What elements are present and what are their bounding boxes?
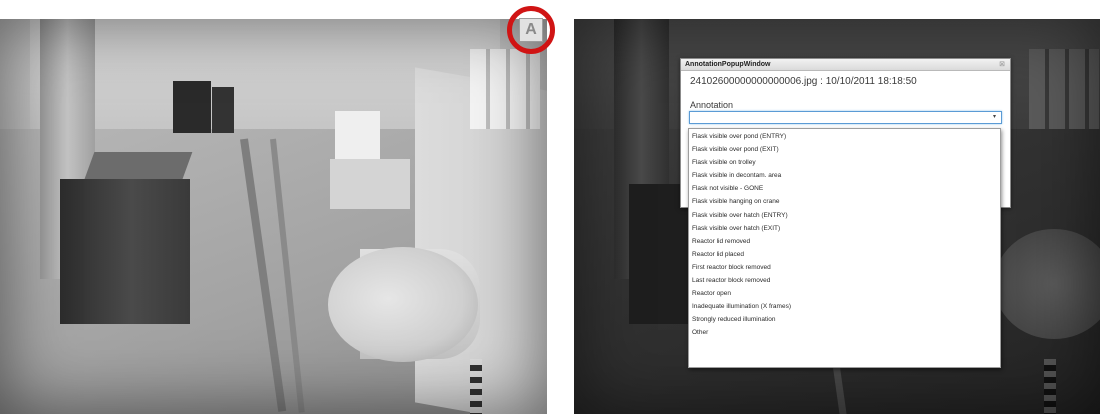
close-icon[interactable]: ⊠ bbox=[999, 59, 1005, 70]
annotation-label: Annotation bbox=[690, 100, 734, 110]
dropdown-item[interactable]: Flask visible over pond (ENTRY) bbox=[689, 130, 1000, 143]
desk bbox=[330, 159, 410, 209]
dropdown-item[interactable]: Strongly reduced illumination bbox=[689, 313, 1000, 326]
file-info: 24102600000000000006.jpg : 10/10/2011 18… bbox=[690, 76, 917, 87]
flask-opening bbox=[328, 247, 478, 362]
whiteboard bbox=[335, 111, 380, 166]
dropdown-item[interactable]: Flask visible over hatch (ENTRY) bbox=[689, 209, 1000, 222]
camera-view-left bbox=[0, 19, 547, 414]
warning-stripe bbox=[1044, 359, 1056, 414]
dropdown-item[interactable]: Flask visible hanging on crane bbox=[689, 195, 1000, 208]
dark-equipment-2 bbox=[212, 87, 234, 133]
dropdown-item[interactable]: Reactor lid removed bbox=[689, 235, 1000, 248]
dropdown-item[interactable]: Flask visible on trolley bbox=[689, 156, 1000, 169]
chevron-down-icon: ▾ bbox=[992, 114, 996, 120]
highlight-ring: A bbox=[507, 6, 555, 54]
annotation-overlay-button[interactable]: A bbox=[519, 18, 543, 42]
dropdown-item[interactable]: Flask not visible - GONE bbox=[689, 182, 1000, 195]
dropdown-item[interactable]: Reactor open bbox=[689, 287, 1000, 300]
annotation-dropdown-list: Flask visible over pond (ENTRY) Flask vi… bbox=[688, 128, 1001, 368]
dropdown-item[interactable]: Inadequate illumination (X frames) bbox=[689, 300, 1000, 313]
popup-title: AnnotationPopupWindow bbox=[685, 61, 771, 68]
dropdown-item[interactable]: First reactor block removed bbox=[689, 261, 1000, 274]
dropdown-item[interactable]: Other bbox=[689, 326, 1000, 339]
dropdown-item[interactable]: Reactor lid placed bbox=[689, 248, 1000, 261]
warning-stripe bbox=[470, 359, 482, 414]
windows bbox=[1029, 49, 1099, 129]
annotation-select[interactable]: ▾ bbox=[689, 111, 1002, 124]
popup-titlebar[interactable]: AnnotationPopupWindow ⊠ bbox=[681, 59, 1010, 71]
dark-cabinet bbox=[60, 179, 190, 324]
dropdown-item[interactable]: Flask visible over pond (EXIT) bbox=[689, 143, 1000, 156]
dropdown-item[interactable]: Flask visible over hatch (EXIT) bbox=[689, 222, 1000, 235]
dropdown-item[interactable]: Last reactor block removed bbox=[689, 274, 1000, 287]
dropdown-item[interactable]: Flask visible in decontam. area bbox=[689, 169, 1000, 182]
dark-equipment bbox=[173, 81, 211, 133]
windows bbox=[470, 49, 540, 129]
